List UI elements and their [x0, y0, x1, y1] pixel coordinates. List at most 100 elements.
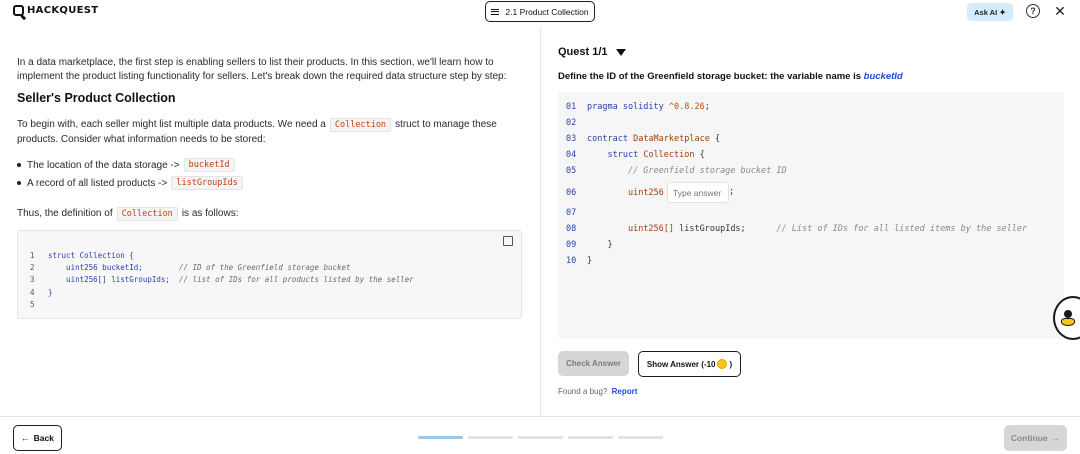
code-text: } — [48, 288, 53, 297]
line-number: 03 — [566, 134, 577, 144]
list-item: A record of all listed products -> listG… — [17, 176, 247, 190]
show-answer-button[interactable]: Show Answer (-10 ) — [638, 351, 741, 377]
panel-divider — [540, 28, 541, 416]
back-button[interactable]: ← Back — [13, 425, 62, 451]
code-semicolon: ; — [729, 187, 735, 197]
editor-line: 01 pragma solidity ^0.8.26; — [566, 102, 710, 112]
code-type: uint256 — [627, 188, 664, 198]
arrow-left-icon: ← — [21, 433, 30, 443]
code-variable: listGroupIds; — [679, 224, 746, 234]
progress-segment — [418, 436, 463, 439]
hackquest-logo[interactable]: HACKQUEST — [13, 5, 98, 16]
editor-line: 02 — [566, 118, 587, 128]
top-bar: HACKQUEST 2.1 Product Collection Ask AI … — [0, 0, 1080, 28]
list-item: The location of the data storage -> buck… — [17, 158, 239, 172]
sparkle-icon: ✦ — [999, 7, 1006, 17]
bullet-text: A record of all listed products -> — [27, 177, 168, 189]
code-text: uint256[] listGroupIds; — [48, 275, 179, 284]
bullet-icon — [17, 163, 21, 167]
line-number: 5 — [30, 300, 35, 309]
ask-ai-button[interactable]: Ask AI ✦ — [967, 3, 1013, 21]
code-example-block: 1 struct Collection { 2 uint256 bucketId;… — [17, 230, 522, 319]
code-line: 3 uint256[] listGroupIds; // list of IDs… — [30, 275, 414, 284]
lesson-paragraph: To begin with, each seller might list mu… — [17, 118, 527, 146]
continue-label: Continue — [1010, 433, 1048, 443]
unit-menu-button[interactable]: 2.1 Product Collection — [485, 1, 595, 22]
bullet-icon — [17, 181, 21, 185]
mascot-beak — [1061, 318, 1075, 326]
quest-prompt: Define the ID of the Greenfield storage … — [558, 71, 903, 82]
line-number: 05 — [566, 166, 577, 176]
code-comment: // List of IDs for all listed items by t… — [776, 224, 1028, 234]
show-answer-suffix: ) — [729, 359, 733, 369]
code-type: uint256[] — [627, 224, 675, 234]
line-number: 4 — [30, 288, 35, 297]
close-icon[interactable]: ✕ — [1053, 3, 1067, 19]
caret-down-icon — [615, 48, 626, 56]
editor-line: 05 // Greenfield storage bucket ID — [566, 166, 787, 176]
coin-icon — [717, 359, 728, 369]
check-answer-button[interactable]: Check Answer — [558, 351, 629, 376]
bug-report-line: Found a bug? Report — [558, 387, 637, 396]
thus-after-text: is as follows: — [181, 208, 239, 219]
back-label: Back — [33, 433, 54, 443]
code-comment: // ID of the Greenfield storage bucket — [178, 263, 351, 272]
logo-icon — [13, 5, 24, 16]
editor-line: 04 struct Collection { — [566, 150, 705, 160]
prompt-variable: bucketId — [863, 71, 903, 82]
menu-icon — [491, 8, 500, 15]
report-link[interactable]: Report — [612, 387, 638, 396]
definition-intro: Thus, the definition of Collection is as f… — [17, 207, 239, 221]
code-editor: 01 pragma solidity ^0.8.26; 02 03 contract… — [558, 92, 1064, 339]
ask-ai-label: Ask AI — [974, 7, 998, 17]
editor-line: 08 uint256[] listGroupIds; // List of ID… — [566, 224, 1027, 234]
line-number: 04 — [566, 150, 577, 160]
inline-code-collection: Collection — [116, 207, 178, 221]
copy-icon[interactable] — [503, 236, 513, 246]
help-icon[interactable]: ? — [1026, 4, 1040, 18]
unit-label: 2.1 Product Collection — [505, 6, 589, 17]
line-number: 08 — [566, 224, 577, 234]
editor-line: 09 } — [566, 240, 613, 250]
show-answer-label: Show Answer (-10 — [646, 359, 716, 369]
line-number: 01 — [566, 102, 577, 112]
lesson-progress — [418, 436, 663, 439]
footer-divider — [0, 416, 1080, 417]
code-comment: // list of IDs for all products listed b… — [178, 275, 414, 284]
line-number: 02 — [566, 118, 577, 128]
code-keyword: contract — [587, 134, 628, 144]
line-number: 3 — [30, 275, 35, 284]
progress-segment — [618, 436, 663, 439]
line-number: 10 — [566, 256, 577, 266]
code-struct-name: Collection — [643, 150, 695, 160]
quest-selector[interactable]: Quest 1/1 — [558, 46, 626, 58]
editor-line: 07 — [566, 208, 587, 218]
code-keyword: pragma solidity — [587, 102, 664, 112]
code-line: 4} — [30, 288, 53, 297]
line-number: 06 — [566, 188, 577, 198]
thus-text: Thus, the definition of — [17, 208, 113, 219]
progress-segment — [568, 436, 613, 439]
section-heading: Seller's Product Collection — [17, 91, 176, 105]
inline-code-collection: Collection — [329, 118, 392, 132]
progress-segment — [468, 436, 513, 439]
continue-button[interactable]: Continue → — [1004, 425, 1067, 451]
line-number: 09 — [566, 240, 577, 250]
line-number: 07 — [566, 208, 577, 218]
bug-text: Found a bug? — [558, 387, 608, 396]
bullet-text: The location of the data storage -> — [27, 159, 180, 171]
line-number: 2 — [30, 263, 35, 272]
lesson-intro: In a data marketplace, the first step is… — [17, 57, 507, 82]
answer-input[interactable] — [667, 182, 729, 203]
prompt-text: Define the ID of the Greenfield storage … — [558, 71, 862, 82]
code-text: struct Collection { — [48, 251, 134, 260]
editor-line: 10} — [566, 256, 593, 266]
quest-title: Quest 1/1 — [558, 46, 608, 58]
logo-text: HACKQUEST — [27, 5, 99, 16]
code-line: 1 struct Collection { — [30, 251, 134, 260]
inline-code-bucketid: bucketId — [183, 158, 235, 172]
code-keyword: struct — [607, 150, 639, 160]
code-contract-name: DataMarketplace — [633, 134, 710, 144]
arrow-right-icon: → — [1051, 433, 1061, 443]
code-comment: // Greenfield storage bucket ID — [627, 166, 787, 176]
